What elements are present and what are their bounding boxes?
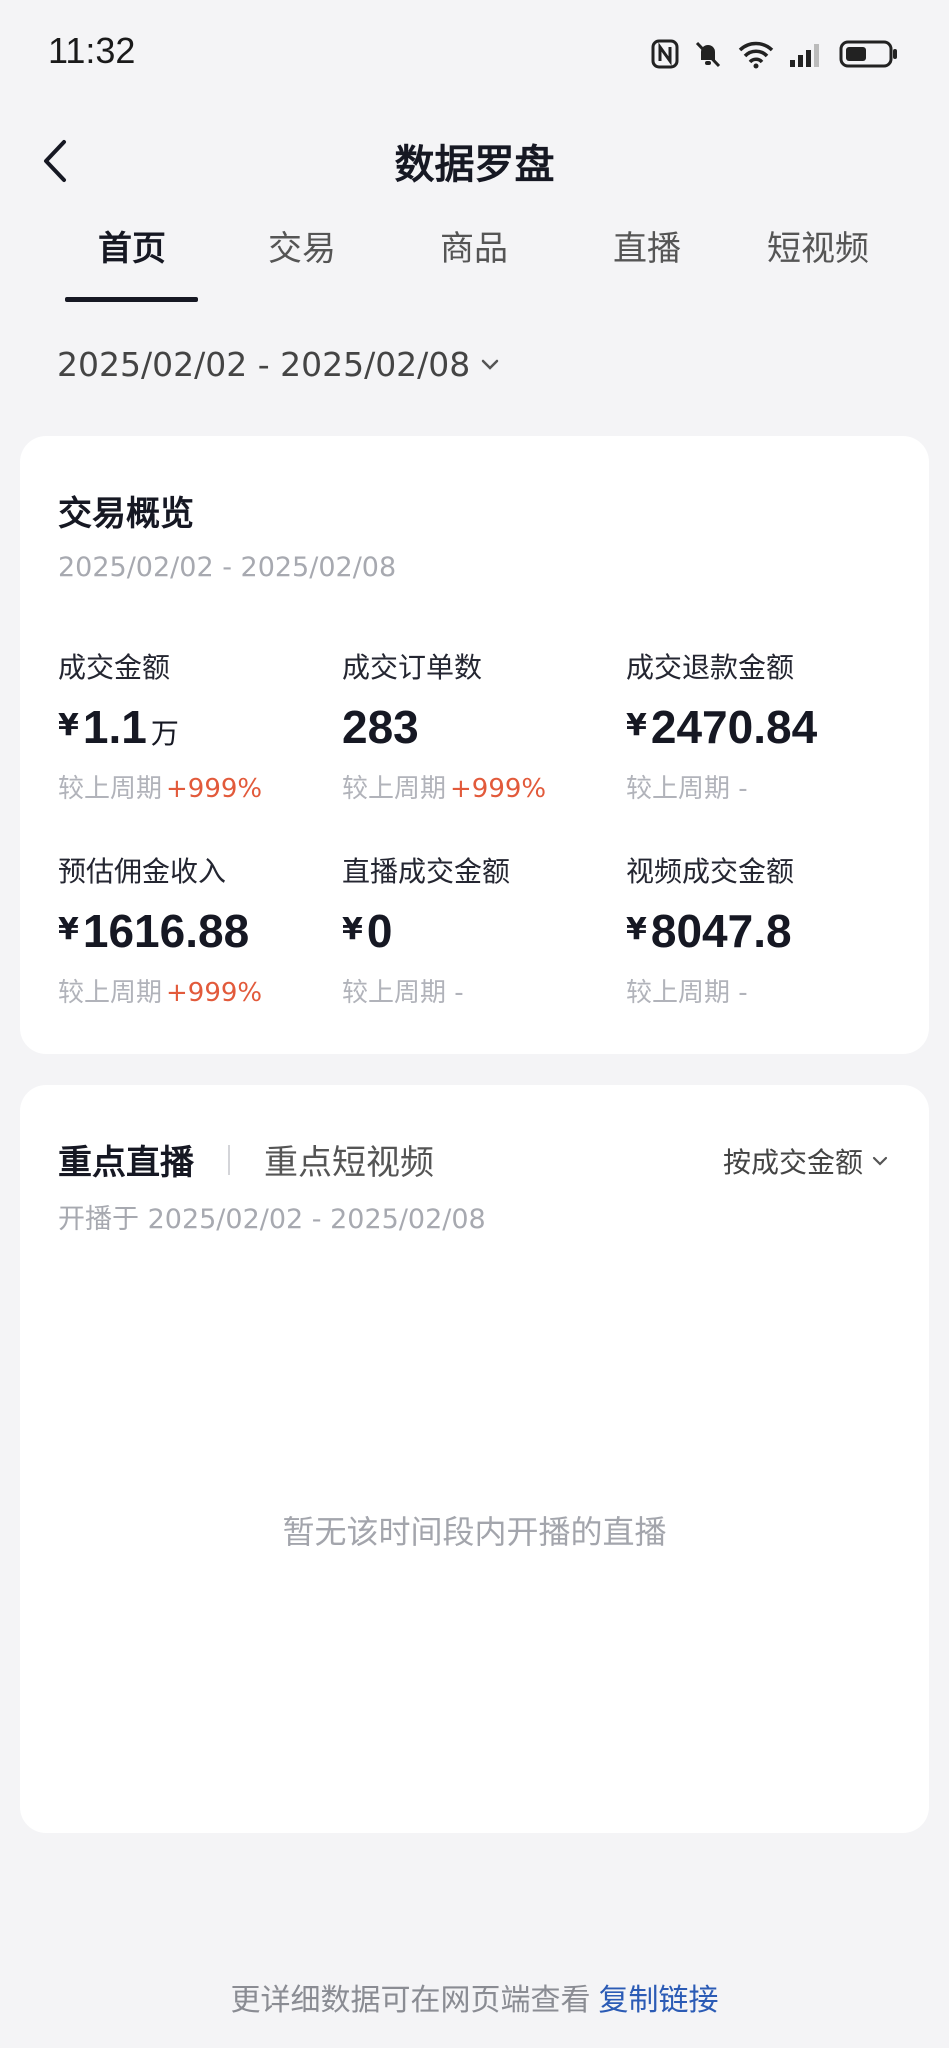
date-range-selector[interactable]: 2025/02/02 - 2025/02/08	[57, 345, 500, 384]
metric-number: 1616.88	[82, 905, 250, 957]
chevron-down-icon	[482, 359, 499, 370]
compare-label: 较上周期 -	[626, 978, 748, 1008]
status-bar: 11:32	[0, 0, 949, 110]
tab-key-live[interactable]: 重点直播	[58, 1135, 194, 1184]
compare-label: 较上周期 -	[626, 774, 748, 804]
nav-bar: 数据罗盘	[0, 110, 949, 210]
trade-overview-card: 交易概览 2025/02/02 - 2025/02/08 成交金额 ¥ 1.1 …	[20, 436, 929, 1054]
currency-symbol: ¥	[58, 708, 79, 743]
compare-label: 较上周期 -	[342, 978, 464, 1008]
metric-label: 预估佣金收入	[58, 855, 227, 888]
metric-live-gmv[interactable]: 直播成交金额 ¥ 0 较上周期 -	[342, 850, 612, 1009]
main-tabs: 首页 交易 商品 直播 短视频	[0, 222, 949, 304]
overview-date: 2025/02/02 - 2025/02/08	[58, 552, 397, 583]
tab-trade[interactable]: 交易	[217, 222, 387, 304]
tab-live[interactable]: 直播	[562, 222, 732, 304]
metric-value: 283	[342, 700, 612, 754]
metric-number: 2470.84	[650, 701, 818, 753]
metric-compare: 较上周期 -	[626, 972, 896, 1009]
metric-compare: 较上周期 +999%	[342, 768, 612, 805]
tab-key-short-video[interactable]: 重点短视频	[264, 1135, 434, 1184]
sort-label: 按成交金额	[722, 1146, 863, 1179]
metric-label: 成交金额	[58, 651, 171, 684]
metric-value: ¥ 0	[342, 904, 612, 958]
tab-divider	[228, 1144, 230, 1175]
nfc-icon	[651, 39, 679, 69]
tab-short-video[interactable]: 短视频	[733, 222, 903, 304]
metric-label: 视频成交金额	[626, 855, 795, 888]
compare-delta: +999%	[166, 774, 263, 804]
metric-value: ¥ 2470.84	[626, 700, 896, 754]
status-time: 11:32	[48, 30, 136, 71]
metric-compare: 较上周期 +999%	[58, 768, 328, 805]
tab-home[interactable]: 首页	[47, 222, 217, 304]
metric-number: 0	[366, 905, 393, 957]
page-title: 数据罗盘	[394, 142, 555, 188]
metric-commission[interactable]: 预估佣金收入 ¥ 1616.88 较上周期 +999%	[58, 850, 328, 1009]
chevron-down-icon	[872, 1156, 888, 1166]
metric-orders[interactable]: 成交订单数 283 较上周期 +999%	[342, 646, 612, 805]
compare-label: 较上周期	[58, 978, 163, 1008]
compare-label: 较上周期	[342, 774, 447, 804]
currency-symbol: ¥	[626, 912, 647, 947]
signal-icon	[790, 44, 819, 67]
key-content-tabs: 重点直播 重点短视频	[58, 1135, 434, 1184]
compare-delta: +999%	[166, 978, 263, 1008]
metric-gmv[interactable]: 成交金额 ¥ 1.1 万 较上周期 +999%	[58, 646, 328, 805]
empty-state-text: 暂无该时间段内开播的直播	[282, 1513, 667, 1551]
tab-products[interactable]: 商品	[389, 222, 559, 304]
metric-compare: 较上周期 -	[342, 972, 612, 1009]
currency-symbol: ¥	[58, 912, 79, 947]
compare-label: 较上周期	[58, 774, 163, 804]
footer-text: 更详细数据可在网页端查看	[230, 1983, 591, 2018]
footer: 更详细数据可在网页端查看 复制链接	[0, 1975, 949, 2019]
compare-delta: +999%	[450, 774, 547, 804]
active-tab-indicator	[65, 297, 198, 302]
metric-value: ¥ 8047.8	[626, 904, 896, 958]
key-content-card: 重点直播 重点短视频 按成交金额 开播于 2025/02/02 - 2025/0…	[20, 1085, 929, 1833]
sort-dropdown[interactable]: 按成交金额	[723, 1141, 889, 1181]
currency-symbol: ¥	[342, 912, 363, 947]
status-icons	[651, 36, 899, 72]
live-date-range: 开播于 2025/02/02 - 2025/02/08	[58, 1204, 486, 1235]
metric-number: 1.1	[82, 701, 147, 753]
currency-symbol: ¥	[626, 708, 647, 743]
battery-icon	[839, 40, 897, 68]
metric-video-gmv[interactable]: 视频成交金额 ¥ 8047.8 较上周期 -	[626, 850, 896, 1009]
date-range-label: 2025/02/02 - 2025/02/08	[57, 345, 471, 384]
metric-number: 283	[342, 701, 419, 753]
wifi-icon	[738, 41, 774, 69]
metric-compare: 较上周期 +999%	[58, 972, 328, 1009]
metric-refund[interactable]: 成交退款金额 ¥ 2470.84 较上周期 -	[626, 646, 896, 805]
metric-number: 8047.8	[650, 905, 792, 957]
metric-label: 直播成交金额	[342, 855, 511, 888]
mute-bell-icon	[695, 41, 721, 68]
metric-value: ¥ 1616.88	[58, 904, 328, 958]
metric-compare: 较上周期 -	[626, 768, 896, 805]
metric-unit: 万	[150, 717, 179, 750]
overview-title: 交易概览	[58, 494, 194, 534]
metric-value: ¥ 1.1 万	[58, 700, 328, 754]
copy-link[interactable]: 复制链接	[599, 1983, 719, 2018]
metric-label: 成交订单数	[342, 651, 483, 684]
metric-label: 成交退款金额	[626, 651, 795, 684]
